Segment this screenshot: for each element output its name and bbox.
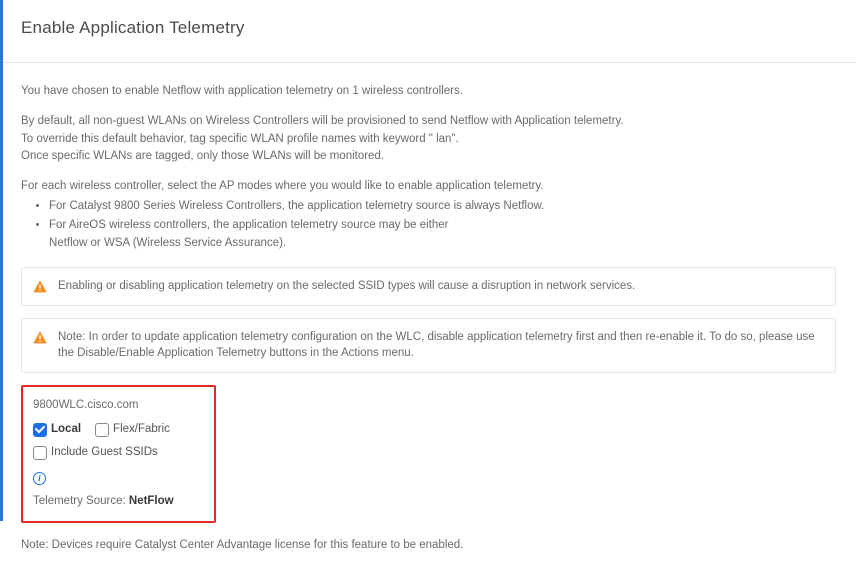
intro-bullets: For Catalyst 9800 Series Wireless Contro… [49, 198, 836, 252]
page-title: Enable Application Telemetry [21, 18, 836, 38]
warning-icon [32, 330, 48, 346]
wlc-hostname: 9800WLC.cisco.com [33, 397, 202, 415]
bullet-aireos: For AireOS wireless controllers, the app… [49, 217, 836, 253]
warning-icon [32, 279, 48, 295]
footer-license-note: Note: Devices require Catalyst Center Ad… [21, 537, 836, 555]
alert-disruption: Enabling or disabling application teleme… [21, 267, 836, 306]
intro-line-1: You have chosen to enable Netflow with a… [21, 83, 836, 101]
bullet-catalyst: For Catalyst 9800 Series Wireless Contro… [49, 198, 836, 216]
ap-mode-row: Local Flex/Fabric [33, 421, 202, 439]
alert-update-note-text: Note: In order to update application tel… [58, 329, 823, 362]
header-region: Enable Application Telemetry [3, 0, 856, 62]
checkbox-flex-fabric[interactable]: Flex/Fabric [95, 421, 170, 439]
telemetry-source-value: NetFlow [129, 495, 174, 507]
intro-line-3: For each wireless controller, select the… [21, 178, 836, 196]
intro-p2-l2: To override this default behavior, tag s… [21, 133, 459, 145]
alert-disruption-text: Enabling or disabling application teleme… [58, 278, 635, 295]
bullet-aireos-l2: Netflow or WSA (Wireless Service Assuran… [49, 237, 286, 249]
guest-ssid-row: Include Guest SSIDs [33, 444, 202, 462]
info-icon[interactable]: i [33, 472, 46, 485]
content-region: You have chosen to enable Netflow with a… [3, 63, 856, 565]
checkbox-flex-box [95, 423, 109, 437]
checkbox-local[interactable]: Local [33, 421, 81, 439]
wlc-config-box: 9800WLC.cisco.com Local Flex/Fabric Incl… [21, 385, 216, 523]
checkbox-local-label: Local [51, 421, 81, 439]
intro-paragraph-2: By default, all non-guest WLANs on Wirel… [21, 113, 836, 166]
bullet-aireos-l1: For AireOS wireless controllers, the app… [49, 219, 448, 231]
checkbox-include-guest[interactable]: Include Guest SSIDs [33, 444, 158, 462]
intro-p2-l1: By default, all non-guest WLANs on Wirel… [21, 115, 624, 127]
alert-update-note: Note: In order to update application tel… [21, 318, 836, 373]
telemetry-source: Telemetry Source: NetFlow [33, 493, 202, 511]
page-container: Enable Application Telemetry You have ch… [0, 0, 856, 521]
telemetry-source-label: Telemetry Source: [33, 495, 129, 507]
checkbox-local-box [33, 423, 47, 437]
intro-p2-l3: Once specific WLANs are tagged, only tho… [21, 150, 384, 162]
checkbox-guest-box [33, 446, 47, 460]
checkbox-guest-label: Include Guest SSIDs [51, 444, 158, 462]
checkbox-flex-label: Flex/Fabric [113, 421, 170, 439]
